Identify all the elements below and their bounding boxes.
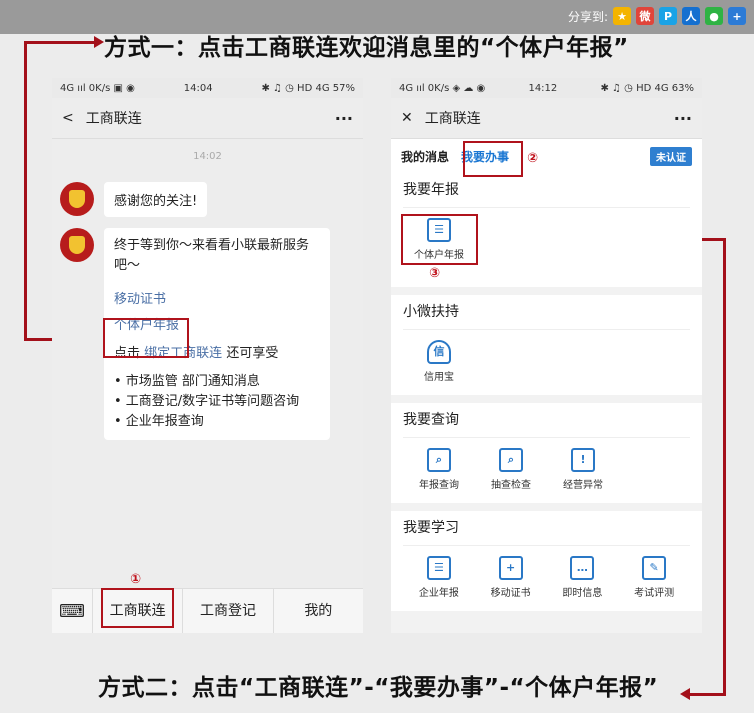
close-icon[interactable]: ✕ xyxy=(401,110,413,126)
uncertified-badge[interactable]: 未认证 xyxy=(650,146,692,166)
document-icon: ☰ xyxy=(426,556,451,580)
arrow2-vertical xyxy=(723,238,726,696)
marker-1: ① xyxy=(130,572,142,587)
bookmark-icon: + xyxy=(498,556,523,580)
item-label: 年报查询 xyxy=(419,480,459,491)
tab-my-messages[interactable]: 我的消息 xyxy=(401,148,449,165)
back-icon[interactable]: < xyxy=(62,110,74,126)
item-label: 企业年报 xyxy=(418,588,459,599)
menu-business-registration[interactable]: 工商登记 xyxy=(183,589,274,633)
section-support: 小微扶持 信 信用宝 xyxy=(391,295,702,395)
phone-right: 4G ııl 0K/s ◈ ☁ ◉ 14:12 ✱ ♫ ◷ HD 4G 63% … xyxy=(391,78,702,633)
keyboard-icon[interactable]: ⌨ xyxy=(52,589,93,633)
exam-icon: ✎ xyxy=(642,556,667,580)
qq-icon[interactable]: P xyxy=(659,7,677,25)
status-left: 4G ııl 0K/s ▣ ◉ xyxy=(60,82,135,94)
item-instant-info[interactable]: … 即时信息 xyxy=(547,556,619,599)
weibo-icon[interactable]: 微 xyxy=(636,7,654,25)
section-title: 我要年报 xyxy=(403,173,690,208)
status-left: 4G ııl 0K/s ◈ ☁ ◉ xyxy=(399,82,486,94)
item-credit-bao[interactable]: 信 信用宝 xyxy=(403,340,475,383)
more-icon[interactable]: ··· xyxy=(335,109,353,128)
item-label: 即时信息 xyxy=(562,588,603,599)
chat-icon: … xyxy=(570,556,595,580)
item-label: 移动证书 xyxy=(490,588,531,599)
arrow1-head xyxy=(94,36,104,48)
marker-3: ③ xyxy=(429,266,441,281)
bullet-item: • 企业年报查询 xyxy=(114,414,204,429)
section-learn: 我要学习 ☰ 企业年报 + 移动证书 … 即时信息 ✎ 考试评测 xyxy=(391,511,702,611)
item-label: 经营异常 xyxy=(563,480,603,491)
item-business-abnormal[interactable]: ! 经营异常 xyxy=(547,448,619,491)
more-icon[interactable]: ··· xyxy=(674,109,692,128)
status-bar: 4G ııl 0K/s ▣ ◉ 14:04 ✱ ♫ ◷ HD 4G 57% xyxy=(52,78,363,98)
arrow1-vertical xyxy=(24,41,27,341)
status-right: ✱ ♫ ◷ HD 4G 63% xyxy=(600,82,694,94)
item-label: 抽查检查 xyxy=(491,480,531,491)
share-group: 分享到: ★ 微 P 人 ● + xyxy=(568,7,746,25)
arrow2-head xyxy=(680,688,690,700)
renren-icon[interactable]: 人 xyxy=(682,7,700,25)
timestamp: 14:02 xyxy=(193,151,222,162)
message-welcome: 感谢您的关注! xyxy=(60,182,208,217)
status-bar: 4G ııl 0K/s ◈ ☁ ◉ 14:12 ✱ ♫ ◷ HD 4G 63% xyxy=(391,78,702,98)
bind-text-c: 还可享受 xyxy=(226,346,279,361)
item-annual-query[interactable]: ⌕ 年报查询 xyxy=(403,448,475,491)
bullet-item: • 工商登记/数字证书等问题咨询 xyxy=(114,394,300,409)
link-mobile-cert[interactable]: 移动证书 xyxy=(114,290,320,310)
item-spot-check[interactable]: ⌕ 抽查检查 xyxy=(475,448,547,491)
item-label: 考试评测 xyxy=(634,588,675,599)
bullet-item: • 市场监管 部门通知消息 xyxy=(114,374,260,389)
marker-2: ② xyxy=(527,151,539,166)
section-title: 我要查询 xyxy=(403,403,690,438)
method2-heading: 方式二：点击“工商联连”-“我要办事”-“个体户年报” xyxy=(98,675,659,701)
status-time: 14:04 xyxy=(183,82,213,94)
tab-bar: 我的消息 我要办事 未认证 xyxy=(391,139,702,173)
section-title: 我要学习 xyxy=(403,511,690,546)
highlight-individual-report xyxy=(103,318,189,358)
item-exam[interactable]: ✎ 考试评测 xyxy=(618,556,690,599)
message-bubble: 感谢您的关注! xyxy=(104,182,208,217)
item-mobile-cert[interactable]: + 移动证书 xyxy=(475,556,547,599)
menu-mine[interactable]: 我的 xyxy=(274,589,363,633)
item-label: 信用宝 xyxy=(424,372,454,383)
arrow1-top xyxy=(24,41,96,44)
message-text: 终于等到你～来看看小联最新服务吧～ xyxy=(114,238,310,273)
search-doc-icon: ⌕ xyxy=(427,448,451,472)
status-time: 14:12 xyxy=(528,82,558,94)
highlight-tab-todo xyxy=(463,141,523,177)
highlight-menu-gslt xyxy=(101,588,174,628)
avatar xyxy=(60,228,94,262)
avatar xyxy=(60,182,94,216)
section-query: 我要查询 ⌕ 年报查询 ⌕ 抽查检查 ! 经营异常 xyxy=(391,403,702,503)
page-title: 工商联连 xyxy=(424,111,481,127)
arrow2-bottom xyxy=(688,693,726,696)
phone-left: 4G ııl 0K/s ▣ ◉ 14:04 ✱ ♫ ◷ HD 4G 57% < … xyxy=(52,78,363,633)
section-title: 小微扶持 xyxy=(403,295,690,330)
bottom-menu-bar: ⌨ 工商联连 工商登记 我的 xyxy=(52,588,363,633)
nav-bar: < 工商联连 ··· xyxy=(52,98,363,139)
more-share-icon[interactable]: + xyxy=(728,7,746,25)
method1-heading: 方式一：点击工商联连欢迎消息里的“个体户年报” xyxy=(104,35,629,61)
highlight-individual-annual xyxy=(401,214,478,265)
item-enterprise-annual[interactable]: ☰ 企业年报 xyxy=(403,556,475,599)
shield-icon: 信 xyxy=(427,340,451,364)
message-services: 终于等到你～来看看小联最新服务吧～ 移动证书 个体户年报 点击 绑定工商联连 还… xyxy=(60,228,330,440)
nav-bar: ✕ 工商联连 ··· xyxy=(391,98,702,139)
chat-title: 工商联连 xyxy=(85,111,142,127)
status-right: ✱ ♫ ◷ HD 4G 57% xyxy=(261,82,355,94)
warning-doc-icon: ! xyxy=(571,448,595,472)
wechat-icon[interactable]: ● xyxy=(705,7,723,25)
qzone-icon[interactable]: ★ xyxy=(613,7,631,25)
search-doc-icon: ⌕ xyxy=(499,448,523,472)
share-label: 分享到: xyxy=(567,9,608,24)
